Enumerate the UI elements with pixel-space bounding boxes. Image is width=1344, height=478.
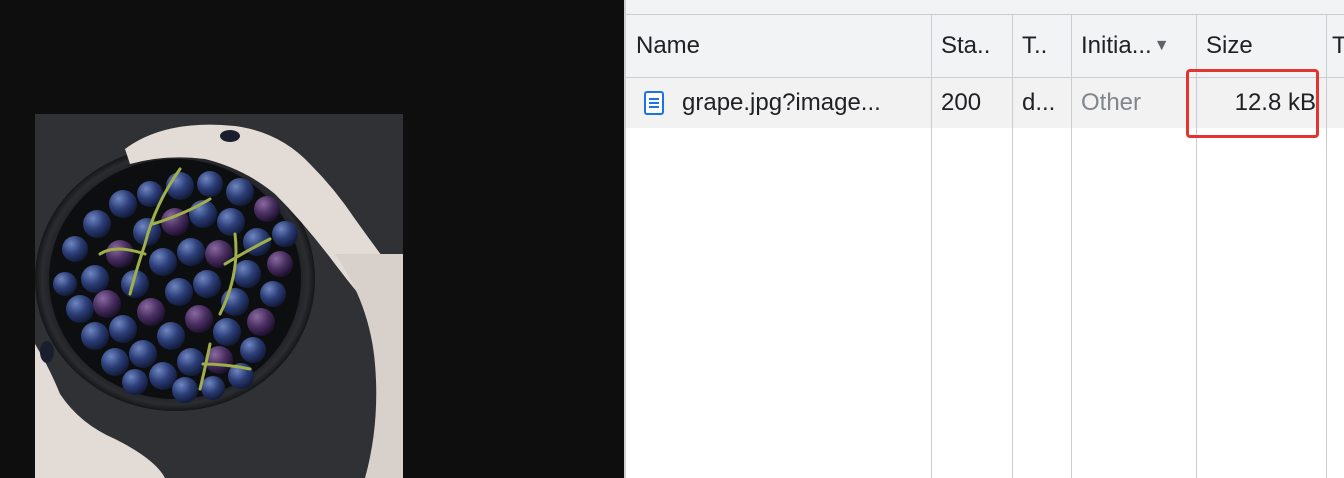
- cell-size: 12.8 kB: [1196, 78, 1326, 128]
- column-header-label: Name: [636, 32, 701, 59]
- column-header-label: T..: [1022, 32, 1048, 59]
- request-name: grape.jpg?image...: [682, 89, 881, 116]
- column-divider[interactable]: [1012, 15, 1013, 478]
- cell-initiator: Other: [1071, 78, 1196, 128]
- triangle-down-icon: ▼: [1153, 37, 1170, 54]
- column-header-type[interactable]: T..: [1012, 15, 1071, 77]
- column-divider[interactable]: [1196, 15, 1197, 478]
- screen: Name Sta.. T.. Initia... ▼ Size T grape.…: [0, 0, 1344, 478]
- column-header-label: Initia...: [1081, 32, 1152, 59]
- status-code: 200: [941, 89, 982, 116]
- column-header-label: Sta..: [941, 32, 991, 59]
- column-divider[interactable]: [931, 15, 932, 478]
- table-row[interactable]: grape.jpg?image... 200 d... Other 12.8 k…: [626, 78, 1344, 128]
- grapes-image[interactable]: [35, 114, 403, 478]
- column-divider[interactable]: [1071, 15, 1072, 478]
- cell-status: 200: [931, 78, 1012, 128]
- column-header-status[interactable]: Sta..: [931, 15, 1012, 77]
- column-header-name[interactable]: Name: [626, 15, 931, 77]
- column-header-label: T: [1332, 32, 1344, 59]
- devtools-network-panel: Name Sta.. T.. Initia... ▼ Size T grape.…: [624, 0, 1344, 478]
- column-header-initiator[interactable]: Initia... ▼: [1071, 15, 1196, 77]
- cell-name[interactable]: grape.jpg?image...: [626, 78, 931, 128]
- column-header-time[interactable]: T: [1326, 15, 1344, 77]
- resource-type: d...: [1022, 89, 1056, 116]
- size-value: 12.8 kB: [1234, 89, 1316, 116]
- column-divider[interactable]: [1326, 15, 1327, 478]
- table-header: Name Sta.. T.. Initia... ▼ Size T: [626, 15, 1344, 78]
- initiator-value: Other: [1081, 89, 1142, 116]
- column-header-size[interactable]: Size: [1196, 15, 1326, 77]
- document-icon: [644, 91, 664, 115]
- column-header-label: Size: [1206, 32, 1253, 59]
- cell-type: d...: [1012, 78, 1071, 128]
- network-request-table: Name Sta.. T.. Initia... ▼ Size T grape.…: [626, 15, 1344, 478]
- toolbar-strip: [626, 0, 1344, 15]
- page-preview: [0, 0, 624, 478]
